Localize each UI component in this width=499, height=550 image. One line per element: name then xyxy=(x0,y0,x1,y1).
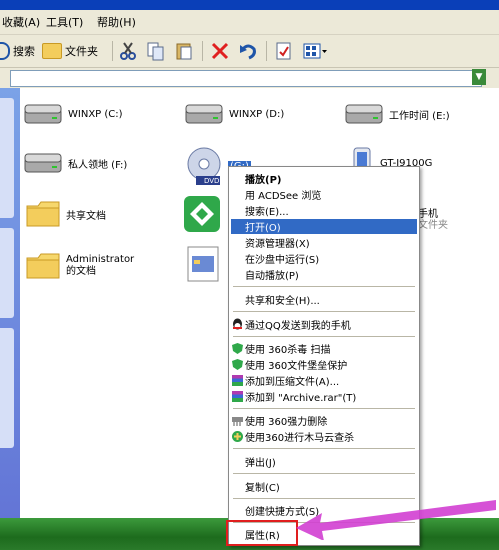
menu-separator xyxy=(233,448,415,449)
drive-e[interactable]: 工作时间 (E:) xyxy=(345,103,450,125)
annotation-highlight-box xyxy=(226,520,298,546)
copy-button[interactable] xyxy=(146,40,166,62)
toolbar-separator xyxy=(202,41,203,61)
menu-help[interactable]: 帮助(H) xyxy=(97,14,136,30)
task-pane-section[interactable] xyxy=(0,98,14,218)
views-button[interactable] xyxy=(302,40,328,62)
shield-icon xyxy=(232,359,243,370)
context-menu: 播放(P) 用 ACDSee 浏览 搜索(E)... 打开(O) 资源管理器(X… xyxy=(228,166,420,546)
drive-f[interactable]: 私人领地 (F:) xyxy=(24,152,127,174)
menu-item-search[interactable]: 搜索(E)... xyxy=(231,203,417,218)
annotation-arrow-icon xyxy=(296,500,496,540)
folder-label: Administrator 的文档 xyxy=(66,254,135,277)
delete-icon xyxy=(211,42,229,60)
menu-separator xyxy=(233,408,415,409)
drive-label: WINXP (D:) xyxy=(229,108,285,120)
menu-item-360-force-delete[interactable]: 使用 360强力删除 xyxy=(231,413,417,428)
check-document-icon xyxy=(276,42,291,60)
search-icon xyxy=(0,42,10,60)
hard-drive-icon xyxy=(345,104,383,124)
task-pane xyxy=(0,88,20,518)
undo-button[interactable] xyxy=(238,40,258,62)
menu-item-add-archive[interactable]: 添加到压缩文件(A)... xyxy=(231,373,417,388)
qq-icon xyxy=(233,318,242,330)
title-bar xyxy=(0,0,499,10)
hard-drive-icon xyxy=(24,153,62,173)
folder-icon xyxy=(42,43,62,59)
toolbar-separator xyxy=(112,41,113,61)
menu-separator xyxy=(233,336,415,337)
menu-item-sharing[interactable]: 共享和安全(H)... xyxy=(231,292,417,307)
folder-icon xyxy=(26,201,60,227)
dvd-badge: DVD xyxy=(204,177,220,185)
task-pane-section[interactable] xyxy=(0,328,14,448)
drive-c[interactable]: WINXP (C:) xyxy=(24,103,123,125)
paste-button[interactable] xyxy=(174,40,194,62)
drive-d[interactable]: WINXP (D:) xyxy=(185,103,284,125)
delete-button[interactable] xyxy=(210,40,230,62)
drive-label: 工作时间 (E:) xyxy=(389,110,450,122)
shredder-icon xyxy=(232,417,243,426)
folder-icon xyxy=(26,253,60,279)
menu-item-autoplay[interactable]: 自动播放(P) xyxy=(231,267,417,282)
partial-item-sublabel: 文件夹 xyxy=(418,220,448,231)
toolbar: 搜索 文件夹 xyxy=(0,35,499,68)
properties-toolbar-button[interactable] xyxy=(274,40,294,62)
menu-item-sandbox[interactable]: 在沙盘中运行(S) xyxy=(231,251,417,266)
menu-item-360-trojan-scan[interactable]: 使用360进行木马云查杀 xyxy=(231,429,417,444)
chevron-down-icon: ▼ xyxy=(475,72,483,82)
search-button[interactable]: 搜索 xyxy=(0,40,35,62)
cut-button[interactable] xyxy=(118,40,138,62)
menu-item-360-scan[interactable]: 使用 360杀毒 扫描 xyxy=(231,341,417,356)
image-file-icon xyxy=(187,246,219,282)
image-file[interactable] xyxy=(186,246,220,285)
archive-icon xyxy=(232,391,243,402)
menu-item-explorer[interactable]: 资源管理器(X) xyxy=(231,235,417,250)
search-label: 搜索 xyxy=(13,45,35,58)
menu-separator xyxy=(233,286,415,287)
app-shortcut[interactable] xyxy=(184,196,220,235)
go-button[interactable]: ▼ xyxy=(472,69,486,85)
hard-drive-icon xyxy=(185,104,223,124)
shield-icon xyxy=(232,343,243,354)
menu-item-open[interactable]: 打开(O) xyxy=(231,219,417,234)
folders-button[interactable]: 文件夹 xyxy=(42,40,98,62)
address-input[interactable] xyxy=(10,70,482,87)
cut-icon xyxy=(120,42,136,60)
toolbar-separator xyxy=(266,41,267,61)
views-icon xyxy=(303,43,327,59)
task-pane-section[interactable] xyxy=(0,228,14,318)
menu-item-qq-send[interactable]: 通过QQ发送到我的手机 xyxy=(231,317,417,332)
drive-label: WINXP (C:) xyxy=(68,108,123,120)
menu-item-eject[interactable]: 弹出(J) xyxy=(231,454,417,469)
menu-separator xyxy=(233,473,415,474)
paste-icon xyxy=(176,43,192,60)
menu-bar: 收藏(A) 工具(T) 帮助(H) xyxy=(0,10,499,35)
folder-administrator-documents[interactable]: Administrator 的文档 xyxy=(26,252,142,280)
folder-label: 共享文档 xyxy=(66,210,106,222)
menu-tools[interactable]: 工具(T) xyxy=(46,14,83,30)
menu-favorites[interactable]: 收藏(A) xyxy=(2,14,40,30)
menu-item-play[interactable]: 播放(P) xyxy=(231,171,417,186)
drive-label: 私人领地 (F:) xyxy=(68,159,128,171)
menu-item-360-protect[interactable]: 使用 360文件堡垒保护 xyxy=(231,357,417,372)
menu-separator xyxy=(233,311,415,312)
menu-item-add-archive-rar[interactable]: 添加到 "Archive.rar"(T) xyxy=(231,389,417,404)
folder-shared-documents[interactable]: 共享文档 xyxy=(26,200,106,228)
menu-item-acdsee[interactable]: 用 ACDSee 浏览 xyxy=(231,187,417,202)
archive-icon xyxy=(232,375,243,386)
plus-circle-icon xyxy=(232,431,243,442)
menu-item-copy[interactable]: 复制(C) xyxy=(231,479,417,494)
undo-icon xyxy=(240,44,256,60)
folders-label: 文件夹 xyxy=(65,45,98,58)
app-icon xyxy=(184,196,220,232)
hard-drive-icon xyxy=(24,104,62,124)
copy-icon xyxy=(147,42,164,61)
